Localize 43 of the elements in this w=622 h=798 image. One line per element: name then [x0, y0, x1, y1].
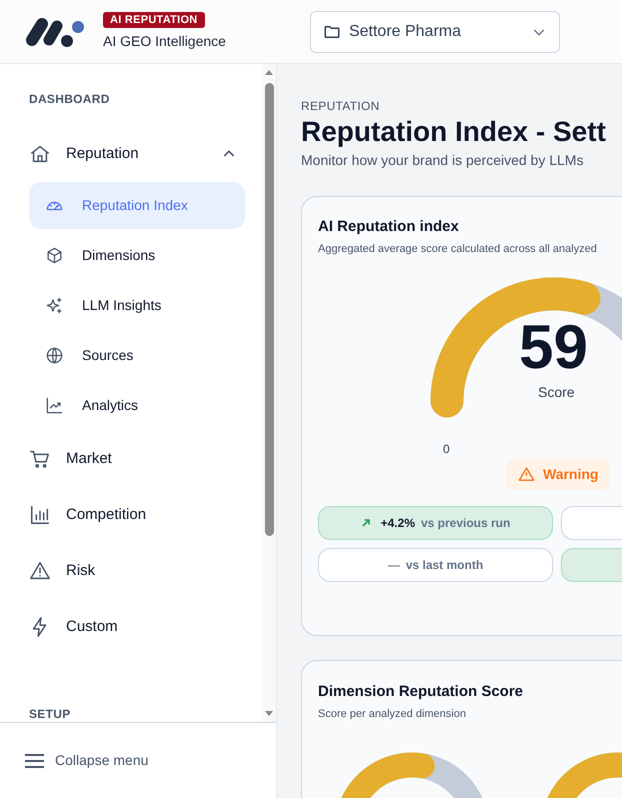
globe-icon [45, 346, 64, 365]
card-title: Dimension Reputation Score [318, 682, 524, 702]
sidebar-item[interactable]: Risk [29, 543, 245, 599]
cart-icon [29, 448, 51, 470]
page-title: Reputation Index - Sett [301, 115, 606, 149]
card-title: AI Reputation index [318, 217, 459, 237]
sidebar-subitem[interactable]: Reputation Index [29, 182, 245, 229]
card-subtitle: Score per analyzed dimension [318, 706, 466, 722]
arrow-up-right-icon [360, 518, 371, 528]
scrollbar[interactable] [262, 64, 276, 722]
sidebar-subitem[interactable]: LLM Insights [29, 282, 245, 329]
sidebar-item[interactable]: Competition [29, 487, 245, 543]
product-badge: AI REPUTATION [103, 12, 204, 28]
sidebar-subitem[interactable]: Analytics [29, 382, 245, 429]
collapse-menu-button[interactable]: Collapse menu [0, 722, 276, 798]
sidebar-subitem[interactable]: Dimensions [29, 232, 245, 279]
logo-icon [26, 16, 86, 46]
sidebar-item[interactable]: Custom [29, 599, 245, 655]
sidebar-section-title: SETUP [29, 706, 71, 722]
score-value: 59 [519, 317, 588, 379]
product-name: AI GEO Intelligence [103, 32, 226, 51]
sidebar-item[interactable]: Market [29, 431, 245, 487]
sparkle-icon [45, 296, 64, 315]
score-caption: Score [538, 383, 575, 402]
sidebar-subitem[interactable]: Sources [29, 332, 245, 379]
page-eyebrow: REPUTATION [301, 98, 380, 115]
home-icon [29, 143, 51, 165]
menu-icon [25, 752, 44, 768]
bar-chart-icon [29, 504, 51, 526]
cube-icon [45, 246, 64, 265]
project-select[interactable]: Settore Pharma [310, 10, 560, 52]
page-subtitle: Monitor how your brand is perceived by LLMs [301, 151, 584, 170]
comparison-chip: +4.2% vs previous run [318, 506, 553, 540]
warning-icon [29, 560, 51, 582]
sidebar-item[interactable]: Reputation [29, 126, 245, 182]
comparison-chip: — vs last month [318, 548, 553, 582]
gauge-min-label: 0 [443, 441, 450, 458]
warning-icon [518, 466, 535, 483]
line-chart-icon [45, 396, 64, 415]
card-subtitle: Aggregated average score calculated across all analyzed [318, 242, 597, 256]
sidebar-section-title: DASHBOARD [29, 91, 110, 108]
scrollbar-thumb[interactable] [264, 83, 274, 536]
status-badge: Warning [506, 459, 610, 490]
